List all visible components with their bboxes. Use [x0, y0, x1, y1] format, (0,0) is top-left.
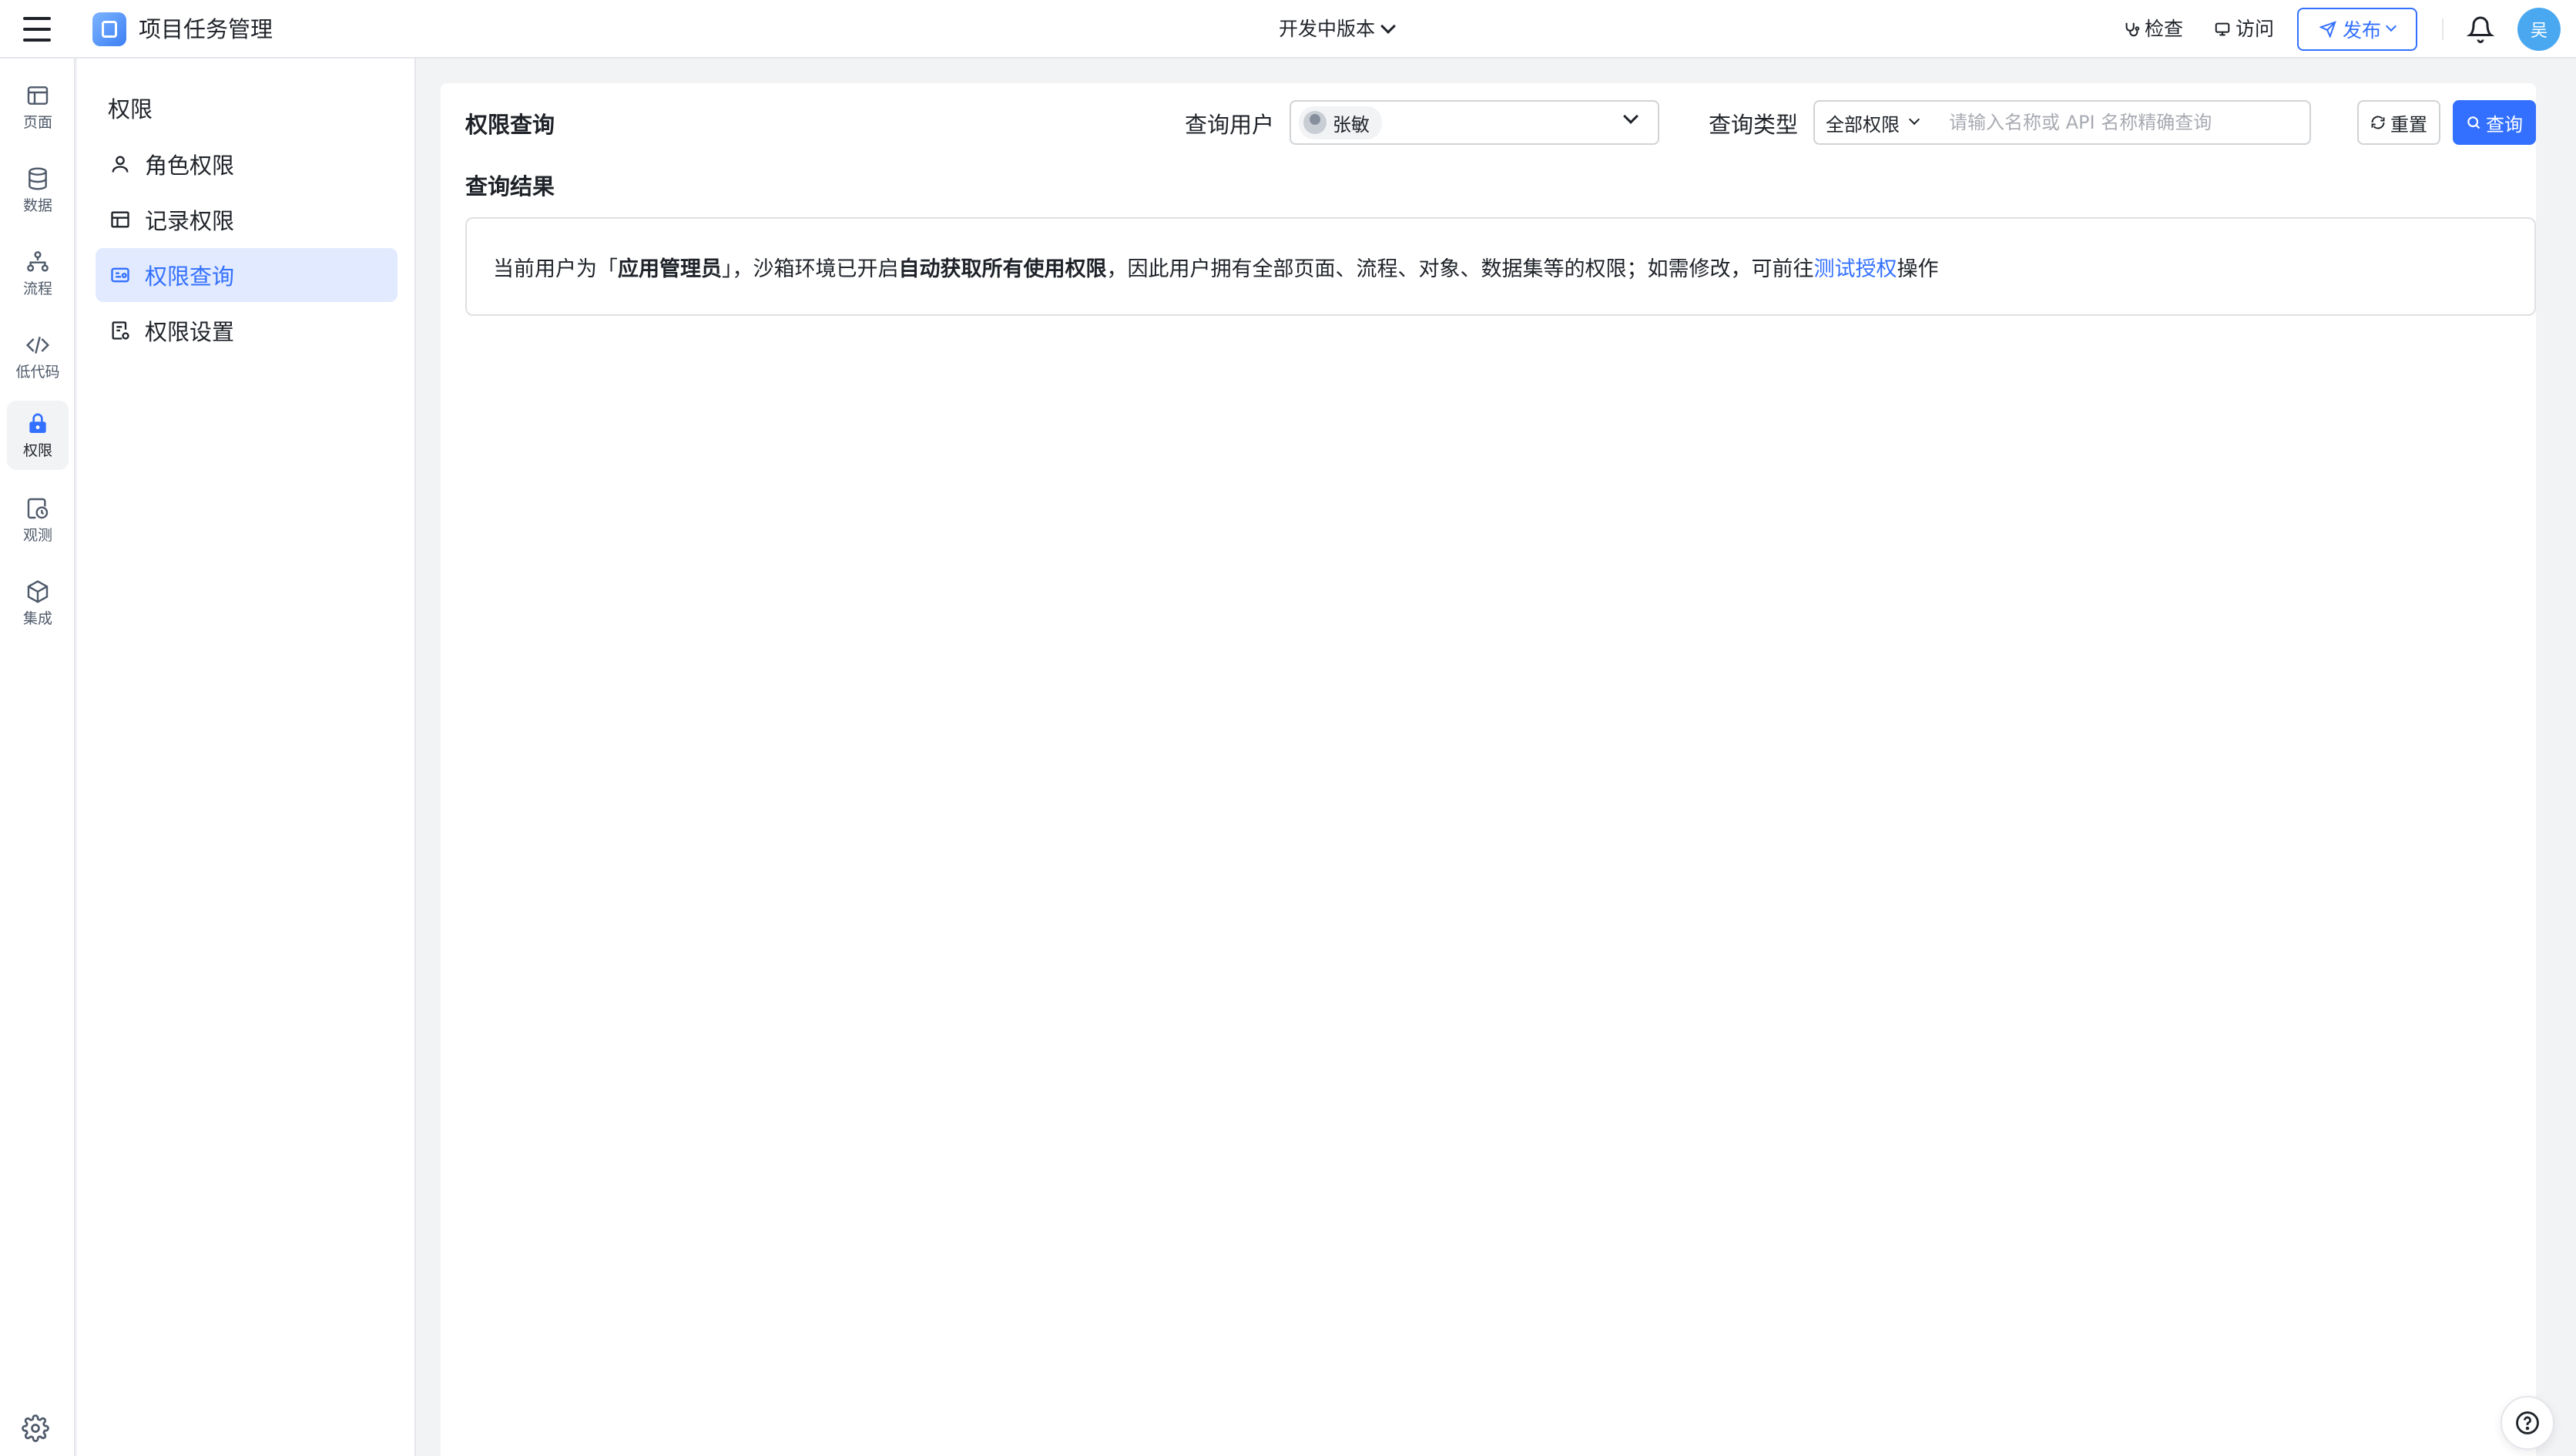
bell-icon[interactable] — [2467, 14, 2494, 45]
result-text-part: 」，沙箱环境已开启 — [722, 257, 899, 281]
chevron-down-icon — [2385, 20, 2397, 32]
divider — [2442, 18, 2444, 40]
menu-item-record-permission[interactable]: 记录权限 — [96, 193, 397, 247]
result-title: 查询结果 — [465, 173, 555, 200]
main-panel: 权限查询 查询用户 张敏 查询类型 全部权限 重置 查询 查询结果 当前用户为「… — [441, 83, 2536, 1456]
lock-icon — [29, 413, 46, 433]
user-icon — [112, 156, 129, 173]
settings-doc-icon — [112, 321, 129, 340]
search-input[interactable] — [1938, 100, 2311, 145]
stethoscope-icon — [2125, 22, 2140, 37]
result-text: 当前用户为「应用管理员」，沙箱环境已开启自动获取所有使用权限，因此用户拥有全部页… — [493, 252, 1939, 282]
monitor-small-icon — [2215, 22, 2230, 36]
chevron-down-icon — [1908, 113, 1920, 126]
result-text-part: ，因此用户拥有全部页面、流程、对象、数据集等的权限；如需修改，可前往 — [1106, 257, 1814, 281]
result-role: 应用管理员 — [618, 257, 722, 281]
user-avatar — [1303, 111, 1327, 134]
publish-button[interactable]: 发布 — [2297, 8, 2417, 51]
rail-item-page[interactable]: 页面 — [7, 72, 69, 142]
top-bar: 项目任务管理 开发中版本 检查 访问 发布 吴 — [0, 0, 2576, 59]
chevron-down-icon — [1623, 109, 1639, 124]
menu-icon[interactable] — [23, 17, 51, 42]
menu-item-label: 记录权限 — [145, 208, 235, 234]
reset-label: 重置 — [2390, 113, 2427, 136]
rail-label: 数据 — [22, 196, 52, 214]
search-icon — [2467, 116, 2480, 129]
check-button[interactable]: 检查 — [2123, 15, 2183, 43]
query-user-select[interactable]: 张敏 — [1290, 100, 1659, 145]
cube-icon — [27, 579, 49, 603]
rail-item-flow[interactable]: 流程 — [7, 239, 69, 308]
id-card-icon — [111, 267, 129, 283]
icon-rail: 页面 数据 流程 低代码 权限 观测 集成 — [0, 59, 75, 1456]
publish-label: 发布 — [2342, 19, 2381, 42]
app-logo — [92, 12, 126, 46]
monitor-icon — [27, 498, 49, 518]
query-type-select[interactable]: 全部权限 — [1813, 100, 1940, 145]
selected-user-name: 张敏 — [1333, 113, 1370, 136]
rail-label: 观测 — [22, 526, 52, 544]
submenu-title: 权限 — [108, 96, 153, 122]
query-label: 查询 — [2486, 113, 2523, 136]
check-label: 检查 — [2145, 18, 2184, 40]
page-icon — [27, 86, 49, 105]
user-chip: 张敏 — [1299, 106, 1382, 139]
code-icon — [25, 336, 50, 354]
database-icon — [29, 166, 47, 190]
page-title: 权限查询 — [465, 112, 555, 138]
app-title: 项目任务管理 — [139, 16, 273, 42]
rail-label: 集成 — [22, 609, 52, 627]
question-icon — [2516, 1411, 2539, 1434]
result-text-part: 当前用户为「 — [493, 257, 618, 281]
menu-item-role-permission[interactable]: 角色权限 — [96, 137, 397, 191]
rail-item-permission[interactable]: 权限 — [7, 401, 69, 470]
menu-item-label: 角色权限 — [145, 153, 235, 179]
menu-item-permission-query[interactable]: 权限查询 — [96, 248, 397, 302]
send-icon — [2319, 21, 2336, 38]
version-label: 开发中版本 — [1279, 18, 1376, 40]
avatar[interactable]: 吴 — [2517, 8, 2561, 51]
query-user-label: 查询用户 — [1185, 112, 1275, 138]
chevron-down-icon — [1380, 18, 1396, 34]
permission-submenu: 权限 角色权限 记录权限 权限查询 权限设置 — [77, 59, 416, 1456]
visit-button[interactable]: 访问 — [2214, 15, 2274, 43]
rail-label: 低代码 — [15, 363, 60, 381]
gear-icon[interactable] — [22, 1414, 49, 1442]
help-button[interactable] — [2501, 1396, 2554, 1450]
query-type-label: 查询类型 — [1709, 112, 1799, 138]
query-button[interactable]: 查询 — [2453, 100, 2536, 145]
refresh-icon — [2371, 116, 2385, 129]
query-type-value: 全部权限 — [1826, 113, 1900, 136]
rail-item-lowcode[interactable]: 低代码 — [7, 322, 69, 391]
rail-item-data[interactable]: 数据 — [7, 156, 69, 225]
menu-item-label: 权限设置 — [145, 319, 235, 345]
menu-item-permission-settings[interactable]: 权限设置 — [96, 304, 397, 357]
rail-label: 页面 — [22, 113, 52, 131]
menu-item-label: 权限查询 — [145, 263, 235, 290]
rail-label: 权限 — [22, 441, 52, 459]
result-text-part: 操作 — [1897, 257, 1939, 281]
visit-label: 访问 — [2236, 18, 2275, 40]
rail-item-integration[interactable]: 集成 — [7, 569, 69, 638]
reset-button[interactable]: 重置 — [2357, 100, 2440, 145]
result-box: 当前用户为「应用管理员」，沙箱环境已开启自动获取所有使用权限，因此用户拥有全部页… — [465, 217, 2536, 316]
table-icon — [111, 211, 129, 228]
flow-icon — [27, 250, 49, 272]
version-dropdown[interactable]: 开发中版本 — [1279, 14, 1396, 45]
test-authorization-link[interactable]: 测试授权 — [1814, 257, 1897, 281]
rail-label: 流程 — [22, 280, 52, 297]
rail-item-observe[interactable]: 观测 — [7, 485, 69, 555]
result-feature: 自动获取所有使用权限 — [898, 257, 1107, 281]
